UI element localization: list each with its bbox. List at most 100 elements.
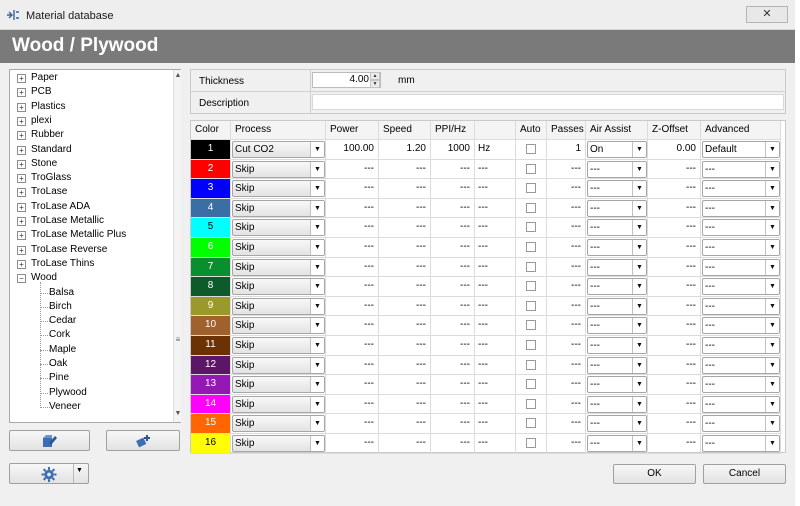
chevron-down-icon[interactable]: ▼ [632, 357, 646, 373]
dropdown-select[interactable]: Skip ▼ [232, 180, 325, 198]
color-swatch[interactable]: 11 [191, 336, 231, 356]
dropdown-select[interactable]: --- ▼ [702, 337, 780, 354]
chevron-down-icon[interactable]: ▼ [310, 181, 324, 197]
color-swatch[interactable]: 2 [191, 159, 231, 180]
cell-speed[interactable]: --- [379, 159, 431, 180]
color-swatch[interactable]: 16 [191, 434, 231, 454]
tree-item[interactable]: + Plastics [10, 100, 166, 114]
tree-subitem[interactable]: Birch [10, 300, 166, 314]
color-swatch[interactable]: 4 [191, 198, 231, 219]
tree-item[interactable]: + TroLase [10, 185, 166, 199]
tree-subitem[interactable]: Oak [10, 357, 166, 371]
cell-speed[interactable]: --- [379, 336, 431, 356]
cell-passes[interactable]: --- [547, 179, 586, 199]
dropdown-select[interactable]: --- ▼ [587, 415, 647, 433]
dropdown-select[interactable]: Skip ▼ [232, 239, 325, 256]
cell-passes[interactable]: --- [547, 257, 586, 278]
cell-ppi[interactable]: --- [431, 355, 475, 376]
chevron-down-icon[interactable]: ▼ [310, 318, 324, 334]
dropdown-select[interactable]: Skip ▼ [232, 395, 325, 413]
expand-toggle-icon[interactable]: + [17, 116, 26, 126]
dropdown-select[interactable]: --- ▼ [702, 258, 780, 276]
cell-z[interactable]: --- [648, 296, 701, 317]
cell-power[interactable]: --- [326, 179, 379, 199]
chevron-down-icon[interactable]: ▼ [632, 142, 646, 157]
auto-checkbox[interactable] [526, 281, 536, 292]
cell-z[interactable]: --- [648, 218, 701, 238]
tree-item[interactable]: + TroLase Reverse [10, 243, 166, 257]
cancel-button[interactable]: Cancel [703, 464, 786, 484]
color-swatch[interactable]: 9 [191, 296, 231, 317]
color-swatch[interactable]: 14 [191, 394, 231, 415]
dropdown-select[interactable]: --- ▼ [587, 258, 647, 276]
dropdown-select[interactable]: Skip ▼ [232, 435, 325, 452]
color-swatch[interactable]: 15 [191, 414, 231, 434]
cell-ppi[interactable]: --- [431, 336, 475, 356]
auto-checkbox[interactable] [526, 379, 536, 390]
tree-item[interactable]: + Paper [10, 71, 166, 85]
cell-power[interactable]: --- [326, 355, 379, 376]
auto-checkbox[interactable] [526, 183, 536, 194]
cell-z[interactable]: --- [648, 434, 701, 454]
cell-power[interactable]: --- [326, 159, 379, 180]
chevron-down-icon[interactable]: ▼ [310, 436, 324, 451]
cell-speed[interactable]: --- [379, 277, 431, 297]
dropdown-select[interactable]: Skip ▼ [232, 337, 325, 354]
auto-checkbox[interactable] [526, 340, 536, 350]
dropdown-select[interactable]: --- ▼ [702, 239, 780, 256]
chevron-down-icon[interactable]: ▼ [632, 298, 646, 314]
cell-speed[interactable]: --- [379, 316, 431, 336]
cell-ppi[interactable]: --- [431, 218, 475, 238]
cell-power[interactable]: --- [326, 414, 379, 434]
cell-passes[interactable]: --- [547, 198, 586, 219]
dropdown-select[interactable]: --- ▼ [702, 415, 780, 433]
cell-passes[interactable]: --- [547, 316, 586, 336]
tree-subitem[interactable]: Cork [10, 328, 166, 342]
cell-ppi[interactable]: --- [431, 316, 475, 336]
expand-toggle-icon[interactable]: + [17, 217, 26, 226]
cell-z[interactable]: --- [648, 198, 701, 219]
chevron-down-icon[interactable]: ▼ [310, 161, 324, 177]
cell-speed[interactable]: --- [379, 434, 431, 454]
dropdown-select[interactable]: --- ▼ [587, 337, 647, 354]
dropdown-select[interactable]: Default ▼ [702, 141, 780, 158]
dropdown-select[interactable]: --- ▼ [702, 395, 780, 413]
cell-speed[interactable]: 1.20 [379, 140, 431, 160]
cell-power[interactable]: --- [326, 277, 379, 297]
scroll-grip-icon[interactable]: ≡ [174, 335, 182, 345]
chevron-down-icon[interactable]: ▼ [765, 220, 779, 236]
cell-z[interactable]: --- [648, 277, 701, 297]
chevron-down-icon[interactable]: ▼ [765, 436, 779, 451]
dropdown-select[interactable]: Skip ▼ [232, 219, 325, 237]
dropdown-select[interactable]: --- ▼ [702, 356, 780, 374]
scroll-down-icon[interactable]: ▼ [174, 410, 182, 418]
expand-toggle-icon[interactable]: + [17, 131, 26, 141]
dropdown-select[interactable]: --- ▼ [702, 317, 780, 335]
tree-item[interactable]: + Standard [10, 143, 166, 157]
chevron-down-icon[interactable]: ▼ [310, 416, 324, 432]
thickness-spinner[interactable]: ▲ ▼ [370, 72, 380, 88]
tree-item[interactable]: − Wood [10, 271, 166, 285]
tree-item[interactable]: + TroLase ADA [10, 200, 166, 214]
expand-toggle-icon[interactable]: + [17, 145, 26, 155]
expand-toggle-icon[interactable]: + [17, 102, 26, 112]
cell-ppi[interactable]: --- [431, 179, 475, 199]
chevron-down-icon[interactable]: ▼ [765, 298, 779, 314]
cell-power[interactable]: --- [326, 336, 379, 356]
dropdown-select[interactable]: --- ▼ [587, 376, 647, 394]
cell-z[interactable]: --- [648, 179, 701, 199]
cell-z[interactable]: --- [648, 257, 701, 278]
cell-ppi[interactable]: --- [431, 394, 475, 415]
tree-scrollbar[interactable]: ▲ ≡ ▼ [173, 70, 181, 422]
cell-ppi[interactable]: --- [431, 277, 475, 297]
chevron-down-icon[interactable]: ▼ [765, 416, 779, 432]
cell-passes[interactable]: --- [547, 159, 586, 180]
chevron-down-icon[interactable]: ▼ [765, 142, 779, 157]
expand-toggle-icon[interactable]: + [17, 74, 26, 83]
tree-subitem[interactable]: Cedar [10, 314, 166, 328]
tree-item[interactable]: + plexi [10, 114, 166, 128]
dropdown-select[interactable]: Cut CO2 ▼ [232, 141, 325, 158]
chevron-down-icon[interactable]: ▼ [632, 181, 646, 197]
dropdown-select[interactable]: --- ▼ [587, 317, 647, 335]
expand-toggle-icon[interactable]: + [17, 259, 26, 269]
